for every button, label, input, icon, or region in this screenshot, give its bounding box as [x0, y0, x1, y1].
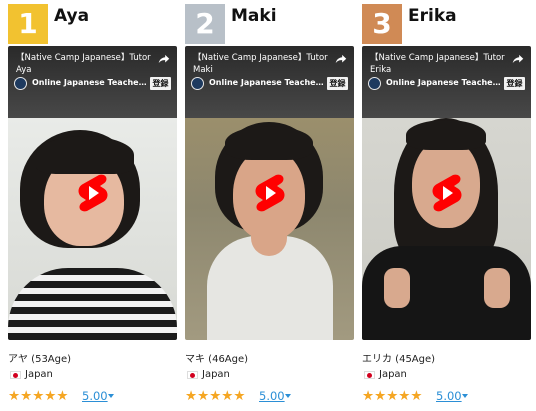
tutor-age: マキ (46Age)	[185, 354, 249, 365]
rating-row: ★★★★★ 5.00	[362, 388, 531, 406]
shorts-play-icon[interactable]	[429, 173, 465, 213]
country-name: Japan	[379, 369, 407, 380]
country-row: Japan	[362, 369, 482, 383]
chevron-down-icon[interactable]	[285, 394, 291, 398]
country-row: Japan	[185, 369, 305, 383]
chevron-down-icon[interactable]	[108, 394, 114, 398]
channel-logo-icon[interactable]	[191, 77, 204, 90]
chevron-down-icon[interactable]	[462, 394, 468, 398]
subscribe-button[interactable]: 登録	[150, 77, 171, 90]
share-arrow-icon[interactable]	[511, 52, 525, 66]
video-title[interactable]: 【Native Camp Japanese】Tutor Maki	[193, 52, 328, 76]
rank-badge: 3	[362, 4, 402, 44]
video-thumbnail[interactable]	[185, 118, 354, 340]
japan-flag-icon	[187, 371, 198, 379]
rating-score-link[interactable]: 5.00	[82, 389, 108, 403]
video-player[interactable]: 【Native Camp Japanese】Tutor Erika Online…	[362, 46, 531, 340]
tutor-name[interactable]: Maki	[231, 6, 277, 26]
tutor-card-maki: 2 Maki 【Native Camp Japanese】Tutor Maki …	[185, 0, 354, 411]
subscribe-button[interactable]: 登録	[504, 77, 525, 90]
country-name: Japan	[202, 369, 230, 380]
tutor-card-erika: 3 Erika 【Native Camp Japanese】Tutor Erik…	[362, 0, 531, 411]
japan-flag-icon	[364, 371, 375, 379]
channel-name[interactable]: Online Japanese Teacher - Nati...	[386, 78, 501, 87]
video-header: 【Native Camp Japanese】Tutor Aya Online J…	[8, 46, 177, 118]
channel-name[interactable]: Online Japanese Teacher - Nati...	[209, 78, 324, 87]
rank-header: 1 Aya	[8, 4, 177, 44]
channel-name[interactable]: Online Japanese Teacher - Nati...	[32, 78, 147, 87]
video-thumbnail[interactable]	[8, 118, 177, 340]
shorts-play-icon[interactable]	[75, 173, 111, 213]
channel-logo-icon[interactable]	[14, 77, 27, 90]
shorts-play-icon[interactable]	[252, 173, 288, 213]
rank-badge: 1	[8, 4, 48, 44]
rank-header: 2 Maki	[185, 4, 354, 44]
rating-row: ★★★★★ 5.00	[185, 388, 354, 406]
channel-logo-icon[interactable]	[368, 77, 381, 90]
share-arrow-icon[interactable]	[334, 52, 348, 66]
video-player[interactable]: 【Native Camp Japanese】Tutor Maki Online …	[185, 46, 354, 340]
rating-score-link[interactable]: 5.00	[436, 389, 462, 403]
tutor-name[interactable]: Aya	[54, 6, 89, 26]
rank-header: 3 Erika	[362, 4, 531, 44]
channel-row: Online Japanese Teacher - Nati... 登録	[14, 77, 171, 91]
channel-row: Online Japanese Teacher - Nati... 登録	[191, 77, 348, 91]
share-arrow-icon[interactable]	[157, 52, 171, 66]
tutor-name[interactable]: Erika	[408, 6, 457, 26]
channel-row: Online Japanese Teacher - Nati... 登録	[368, 77, 525, 91]
star-rating-icon: ★★★★★	[185, 388, 246, 404]
video-header: 【Native Camp Japanese】Tutor Erika Online…	[362, 46, 531, 118]
tutor-age: エリカ (45Age)	[362, 354, 436, 365]
star-rating-icon: ★★★★★	[8, 388, 69, 404]
rank-badge: 2	[185, 4, 225, 44]
video-title[interactable]: 【Native Camp Japanese】Tutor Aya	[16, 52, 151, 76]
star-rating-icon: ★★★★★	[362, 388, 423, 404]
subscribe-button[interactable]: 登録	[327, 77, 348, 90]
video-thumbnail[interactable]	[362, 118, 531, 340]
country-name: Japan	[25, 369, 53, 380]
rating-row: ★★★★★ 5.00	[8, 388, 177, 406]
video-header: 【Native Camp Japanese】Tutor Maki Online …	[185, 46, 354, 118]
country-row: Japan	[8, 369, 128, 383]
rating-score-link[interactable]: 5.00	[259, 389, 285, 403]
video-title[interactable]: 【Native Camp Japanese】Tutor Erika	[370, 52, 505, 76]
video-player[interactable]: 【Native Camp Japanese】Tutor Aya Online J…	[8, 46, 177, 340]
japan-flag-icon	[10, 371, 21, 379]
tutor-age: アヤ (53Age)	[8, 354, 72, 365]
tutor-card-aya: 1 Aya 【Native Camp Japanese】Tutor Aya On…	[8, 0, 177, 411]
